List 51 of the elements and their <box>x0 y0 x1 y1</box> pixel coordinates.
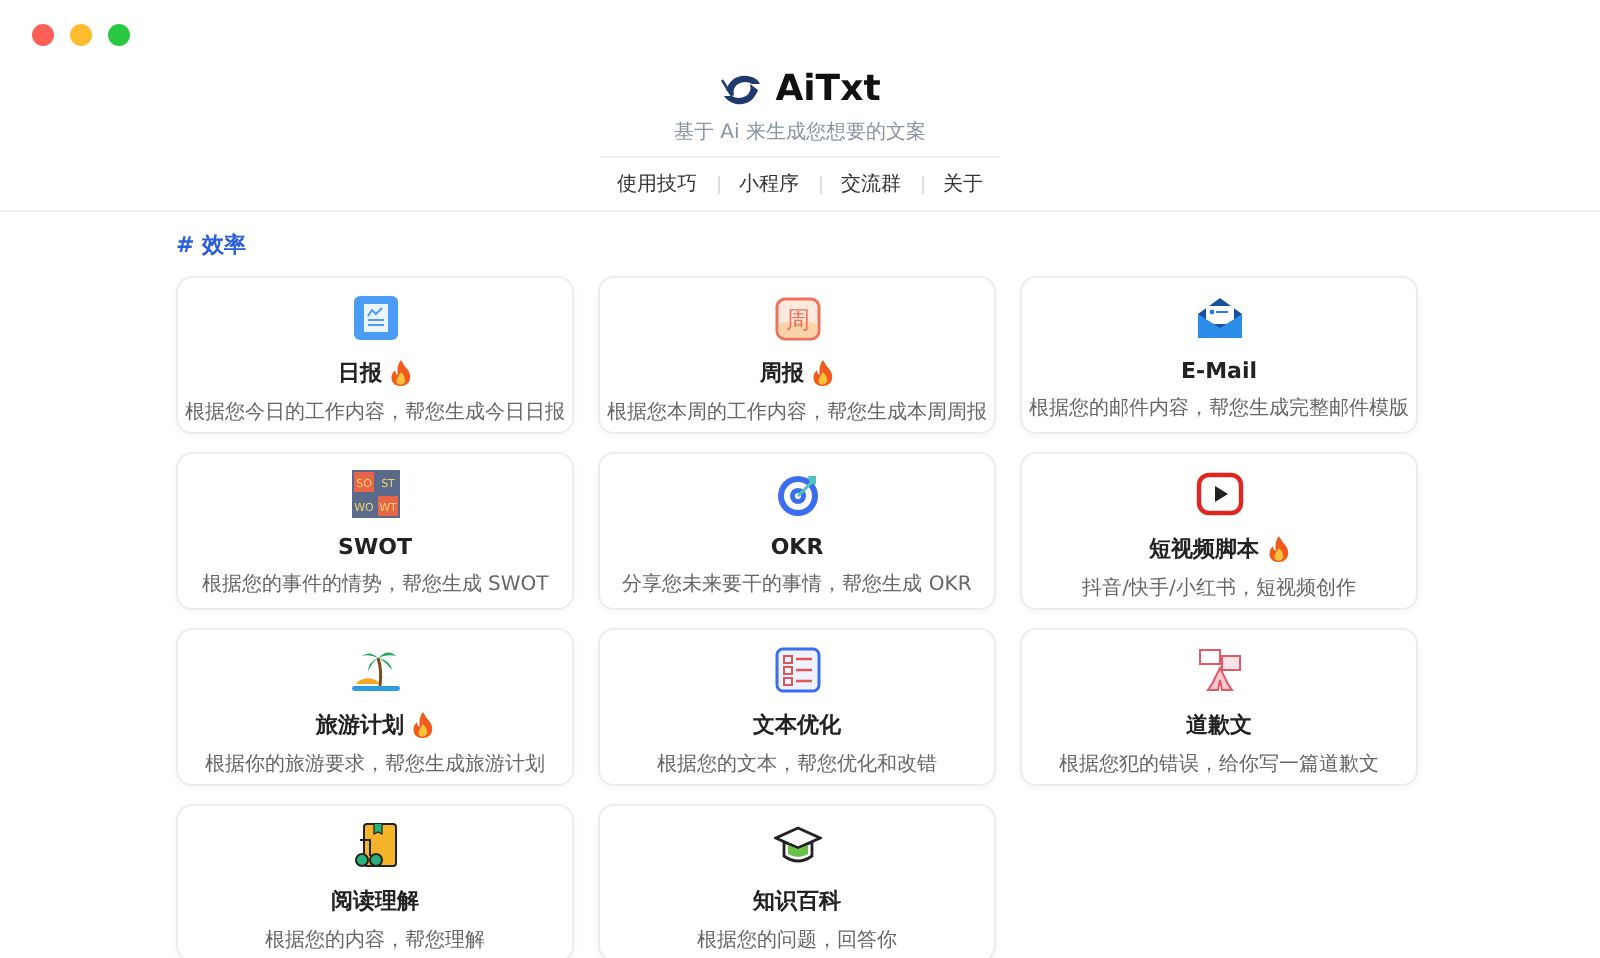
close-button[interactable] <box>32 24 54 46</box>
card-description: 根据你的旅游要求，帮您生成旅游计划 <box>205 751 545 778</box>
card-description: 根据您的文本，帮您优化和改错 <box>657 751 937 778</box>
tool-card[interactable]: E-Mail 根据您的邮件内容，帮您生成完整邮件模版 <box>1020 276 1418 434</box>
logo-icon <box>719 71 764 107</box>
card-title: 周报 <box>760 358 804 388</box>
nav-link[interactable]: 交流群 <box>841 170 901 198</box>
play-icon <box>1195 470 1243 520</box>
tool-card[interactable]: 阅读理解 根据您的内容，帮您理解 <box>176 804 574 958</box>
card-description: 根据您的问题，回答你 <box>697 927 897 954</box>
card-description: 根据您本周的工作内容，帮您生成本周周报 <box>607 399 987 426</box>
subtitle: 基于 Ai 来生成您想要的文案 <box>600 118 1000 158</box>
tool-card[interactable]: 旅游计划 根据你的旅游要求，帮您生成旅游计划 <box>176 628 574 786</box>
card-description: 根据您今日的工作内容，帮您生成今日日报 <box>185 399 565 426</box>
tool-card[interactable]: 短视频脚本 抖音/快手/小红书，短视频创作 <box>1020 452 1418 610</box>
card-title: 文本优化 <box>753 710 841 740</box>
card-title: 日报 <box>338 358 382 388</box>
calendar-icon: 周 <box>773 294 821 344</box>
nav-link[interactable]: 使用技巧 <box>617 170 697 198</box>
palm-tree-icon <box>349 646 401 696</box>
minimize-button[interactable] <box>70 24 92 46</box>
chart-document-icon <box>351 294 399 344</box>
card-description: 根据您的邮件内容，帮您生成完整邮件模版 <box>1029 395 1409 422</box>
envelope-icon <box>1195 294 1243 344</box>
book-glasses-icon <box>351 822 399 872</box>
card-title: 短视频脚本 <box>1149 534 1259 564</box>
tool-card[interactable]: 道歉文 根据您犯的错误，给你写一篇道歉文 <box>1020 628 1418 786</box>
section-title: # 效率 <box>176 230 249 260</box>
card-title: OKR <box>770 534 824 560</box>
nav-link[interactable]: 关于 <box>943 170 983 198</box>
card-title: 知识百科 <box>753 886 841 916</box>
card-description: 根据您犯的错误，给你写一篇道歉文 <box>1059 751 1379 778</box>
card-description: 分享您未来要干的事情，帮您生成 OKR <box>622 571 972 598</box>
tool-card[interactable]: 文本优化 根据您的文本，帮您优化和改错 <box>598 628 996 786</box>
card-title: 道歉文 <box>1186 710 1252 740</box>
card-title: E-Mail <box>1181 358 1257 384</box>
nav-link[interactable]: 小程序 <box>739 170 799 198</box>
card-description: 抖音/快手/小红书，短视频创作 <box>1082 575 1356 602</box>
tool-card[interactable]: 日报 根据您今日的工作内容，帮您生成今日日报 <box>176 276 574 434</box>
logo-text: AiTxt <box>775 68 881 110</box>
card-title: 阅读理解 <box>331 886 419 916</box>
zoom-button[interactable] <box>108 24 130 46</box>
tool-card[interactable]: 周 周报 根据您本周的工作内容，帮您生成本周周报 <box>598 276 996 434</box>
tool-card[interactable]: 知识百科 根据您的问题，回答你 <box>598 804 996 958</box>
card-description: 根据您的事件的情势，帮您生成 SWOT <box>201 571 549 598</box>
tool-card[interactable]: OKR 分享您未来要干的事情，帮您生成 OKR <box>598 452 996 610</box>
card-description: 根据您的内容，帮您理解 <box>265 927 485 954</box>
target-icon <box>773 470 821 520</box>
list-icon <box>773 646 821 696</box>
card-title: SWOT <box>338 534 412 560</box>
card-title: 旅游计划 <box>316 710 404 740</box>
